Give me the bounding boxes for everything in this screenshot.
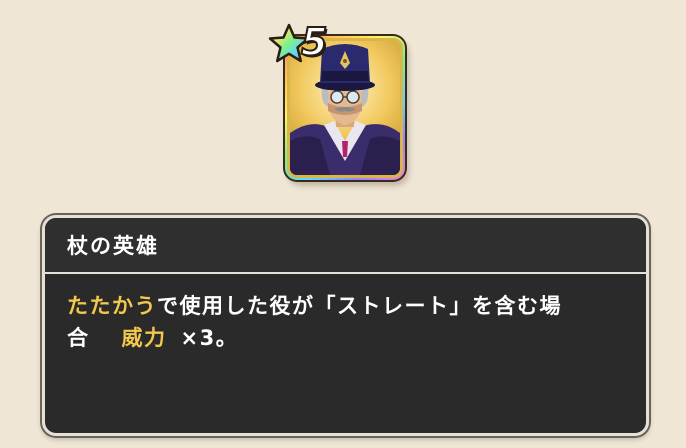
description-line-1: たたかうで使用した役が「ストレート」を含む場 [67, 290, 624, 322]
description-text-2: 合 [67, 326, 90, 350]
character-card[interactable]: 5 [268, 19, 409, 186]
description-text-1: で使用した役が「ストレート」を含む場 [157, 294, 562, 318]
description-line-2: 合 威力 ×3。 [67, 322, 624, 354]
skill-description-panel: 杖の英雄 たたかうで使用した役が「ストレート」を含む場 合 威力 ×3。 [42, 215, 649, 436]
skill-title: 杖の英雄 [67, 234, 159, 258]
skill-header: 杖の英雄 [45, 218, 646, 274]
keyword-attack: たたかう [67, 294, 157, 318]
rank-number: 5 [300, 19, 328, 65]
power-multiplier: ×3。 [180, 326, 239, 350]
skill-description: たたかうで使用した役が「ストレート」を含む場 合 威力 ×3。 [45, 274, 646, 354]
rank-badge: 5 [267, 19, 351, 66]
keyword-power: 威力 [121, 326, 167, 350]
